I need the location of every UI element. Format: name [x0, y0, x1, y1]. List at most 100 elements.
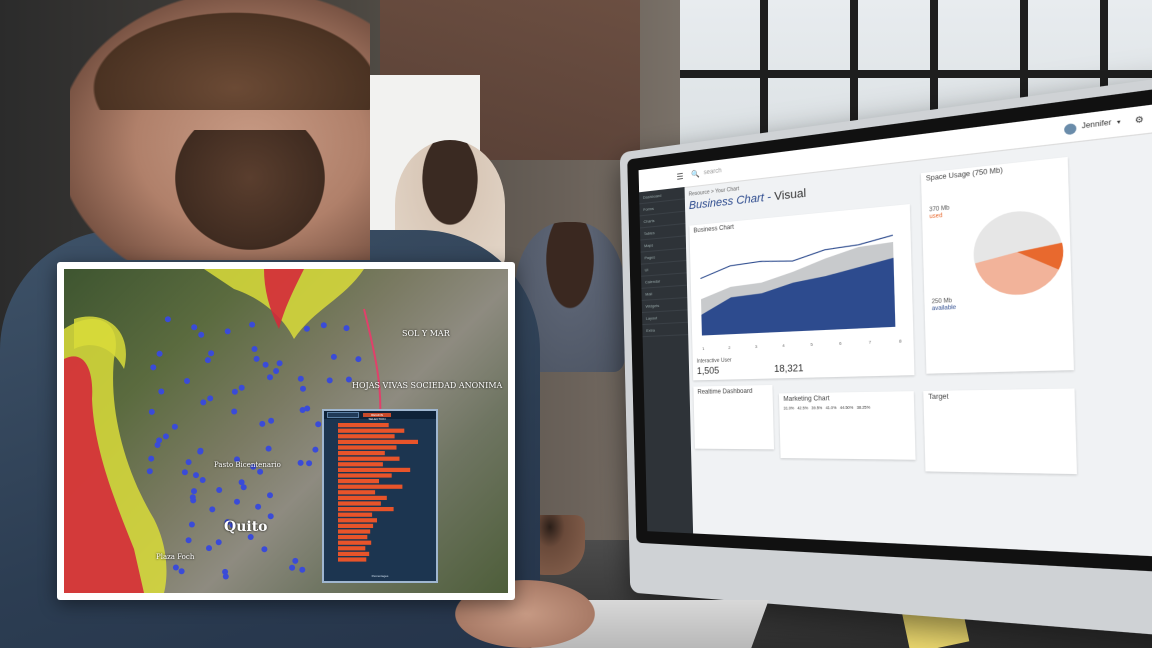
- map-marker[interactable]: [148, 408, 155, 415]
- map-marker[interactable]: [188, 521, 195, 528]
- popup-bar-chart: [338, 423, 418, 562]
- map-marker[interactable]: [297, 459, 304, 466]
- target-title: Target: [928, 394, 949, 402]
- marketing-percent: 41.0%: [825, 405, 837, 411]
- map-marker[interactable]: [150, 364, 157, 371]
- map-marker[interactable]: [306, 460, 313, 467]
- map-marker[interactable]: [292, 557, 299, 564]
- marketing-chart-card: Marketing Chart 31.0% 42.5% 39.5% 41.0% 44.5…: [778, 391, 916, 460]
- map-marker[interactable]: [299, 566, 306, 573]
- man-beard: [175, 130, 325, 250]
- map-marker[interactable]: [320, 322, 327, 329]
- popup-bar: [338, 551, 370, 556]
- map-marker[interactable]: [249, 321, 256, 328]
- map-marker[interactable]: [158, 388, 165, 395]
- popup-bar: [338, 434, 395, 439]
- popup-bar: [338, 501, 381, 506]
- map-marker[interactable]: [154, 442, 161, 448]
- map-marker[interactable]: [345, 376, 352, 383]
- map-marker[interactable]: [315, 421, 322, 428]
- map-marker[interactable]: [262, 361, 269, 368]
- map-marker[interactable]: [253, 355, 260, 362]
- man-hair: [70, 0, 370, 110]
- map-marker[interactable]: [355, 356, 362, 363]
- map-marker[interactable]: [190, 497, 197, 504]
- map-marker[interactable]: [222, 568, 229, 575]
- map-inset-frame: SOL Y MAR HOJAS VIVAS SOCIEDAD ANONIMA P…: [57, 262, 515, 600]
- map-marker[interactable]: [265, 445, 272, 452]
- map-marker[interactable]: [330, 353, 337, 360]
- chevron-down-icon[interactable]: ▾: [1117, 119, 1121, 127]
- map-marker[interactable]: [231, 408, 238, 415]
- place-label-sol-y-mar: SOL Y MAR: [402, 329, 450, 338]
- map-marker[interactable]: [156, 350, 163, 357]
- map-marker[interactable]: [172, 564, 179, 571]
- x-tick-label: 8: [898, 337, 902, 344]
- map-marker[interactable]: [343, 325, 350, 332]
- map-marker[interactable]: [181, 469, 188, 476]
- x-tick-label: 5: [810, 341, 813, 348]
- map-marker[interactable]: [255, 503, 262, 510]
- map-marker[interactable]: [238, 384, 245, 391]
- map-marker[interactable]: [224, 328, 231, 335]
- popup-dropdown[interactable]: [327, 412, 359, 418]
- user-name[interactable]: Jennifer: [1082, 120, 1112, 131]
- map-marker[interactable]: [207, 395, 214, 402]
- map-marker[interactable]: [185, 537, 192, 544]
- sidebar-item[interactable]: Extra: [642, 322, 689, 338]
- map-marker[interactable]: [326, 377, 333, 384]
- map-marker[interactable]: [251, 346, 258, 352]
- map-marker[interactable]: [267, 492, 273, 499]
- map-marker[interactable]: [304, 405, 311, 412]
- interactive-user-value: 1,505: [696, 365, 720, 377]
- search-icon[interactable]: 🔍: [691, 170, 700, 179]
- gear-icon[interactable]: ⚙: [1135, 115, 1144, 126]
- popup-bar: [338, 473, 392, 478]
- map-marker[interactable]: [267, 513, 274, 520]
- map-marker[interactable]: [312, 446, 319, 453]
- map-marker[interactable]: [231, 388, 238, 395]
- map-marker[interactable]: [185, 459, 192, 466]
- map-marker[interactable]: [197, 448, 204, 455]
- map-marker[interactable]: [199, 477, 206, 483]
- map-marker[interactable]: [276, 360, 283, 367]
- area-chart: [690, 218, 908, 336]
- map-marker[interactable]: [257, 468, 264, 475]
- map-marker[interactable]: [191, 324, 198, 331]
- popup-bar: [338, 557, 367, 562]
- map-marker[interactable]: [267, 374, 273, 381]
- map-marker[interactable]: [209, 506, 216, 513]
- map-marker[interactable]: [193, 472, 199, 479]
- avatar[interactable]: [1063, 122, 1077, 135]
- map-marker[interactable]: [273, 368, 280, 374]
- map-marker[interactable]: [200, 399, 207, 406]
- map-marker[interactable]: [238, 479, 245, 486]
- map-marker[interactable]: [184, 378, 190, 384]
- map-marker[interactable]: [146, 468, 153, 475]
- map-marker[interactable]: [215, 539, 222, 546]
- map-marker[interactable]: [148, 455, 155, 462]
- search-input[interactable]: search: [704, 168, 722, 176]
- map-marker[interactable]: [178, 568, 185, 575]
- region-selection-button[interactable]: REGION SELECTION: [363, 413, 391, 421]
- map-marker[interactable]: [261, 546, 268, 553]
- map-marker[interactable]: [198, 331, 205, 338]
- map-marker[interactable]: [216, 487, 223, 493]
- bar-chart-popup: REGION SELECTION Percentages: [322, 409, 438, 583]
- map-marker[interactable]: [208, 350, 215, 357]
- map-marker[interactable]: [289, 564, 296, 571]
- map-marker[interactable]: [268, 417, 275, 424]
- map-marker[interactable]: [297, 375, 304, 382]
- map-marker[interactable]: [191, 488, 197, 495]
- map-marker[interactable]: [234, 498, 240, 505]
- map-marker[interactable]: [300, 385, 306, 392]
- x-tick-label: 6: [839, 340, 842, 346]
- map-marker[interactable]: [171, 423, 178, 430]
- map-marker[interactable]: [259, 420, 266, 427]
- menu-icon[interactable]: ☰: [676, 171, 683, 181]
- map-marker[interactable]: [303, 325, 310, 332]
- map-marker[interactable]: [206, 545, 212, 552]
- map-marker[interactable]: [164, 316, 171, 323]
- map-marker[interactable]: [204, 357, 211, 364]
- map-marker[interactable]: [162, 433, 169, 440]
